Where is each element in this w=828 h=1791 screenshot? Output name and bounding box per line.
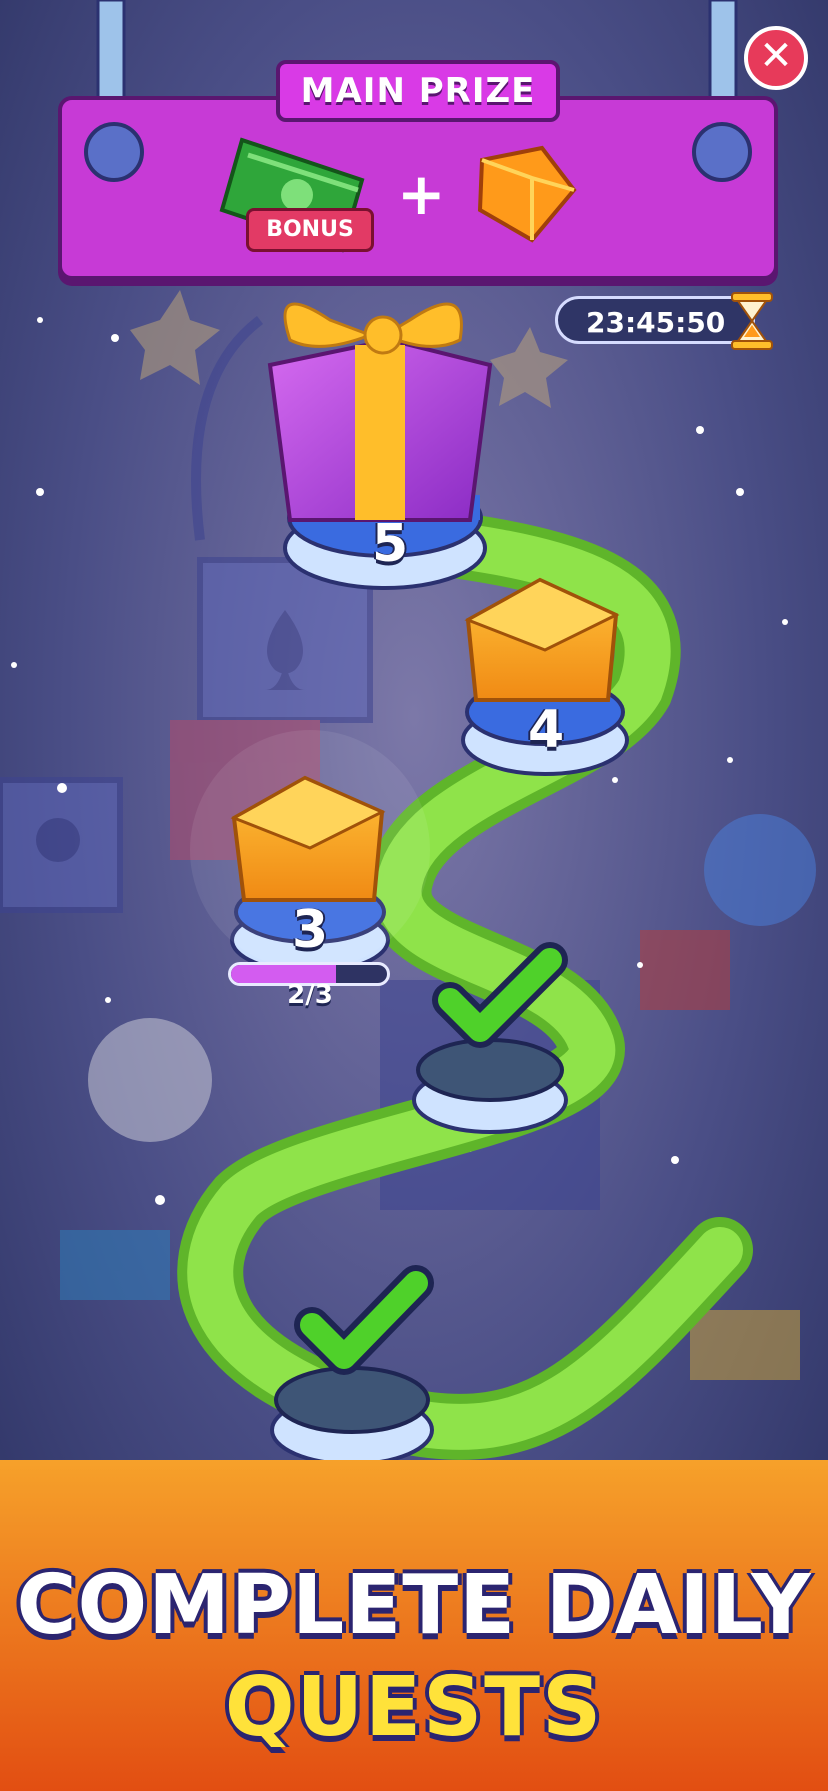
- close-button[interactable]: ✕: [744, 26, 808, 90]
- level-3-number: 3: [292, 900, 329, 960]
- hourglass-icon: [731, 292, 773, 350]
- level-3-progress-text: 2/3: [287, 980, 333, 1010]
- gem-icon: [477, 145, 577, 243]
- level-5-number: 5: [372, 514, 409, 574]
- countdown-timer: 23:45:50: [555, 292, 773, 350]
- big-gift-icon: [267, 302, 493, 522]
- timer-value: 23:45:50: [586, 306, 726, 339]
- level-4-number: 4: [528, 700, 565, 760]
- headline-line-2: QUESTS: [224, 1660, 604, 1755]
- headline-line-1: COMPLETE DAILY: [16, 1558, 812, 1653]
- bonus-tag: BONUS: [246, 208, 374, 252]
- main-prize-title: MAIN PRIZE: [276, 60, 560, 122]
- plus-sign: +: [397, 160, 446, 228]
